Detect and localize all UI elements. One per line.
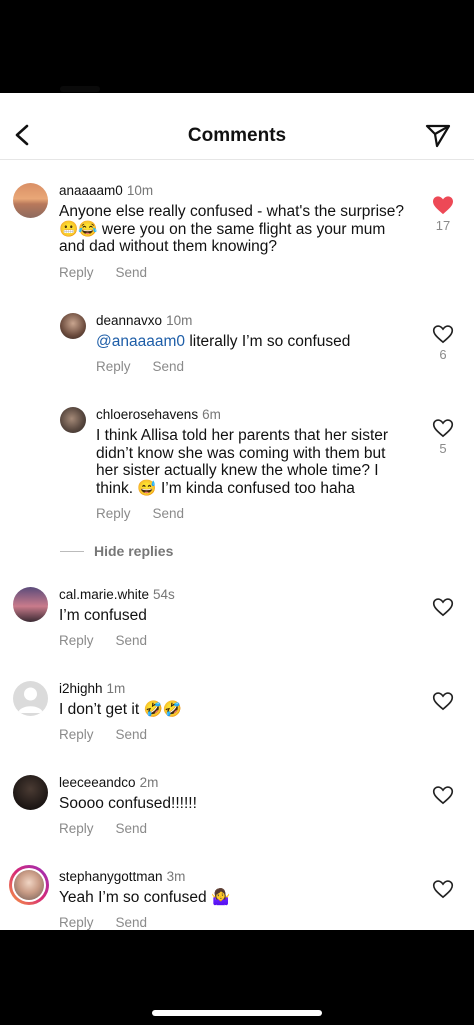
- reply-item: deannavxo 10m @anaaaam0 literally I’m so …: [0, 311, 474, 381]
- heart-icon[interactable]: [432, 597, 454, 617]
- reply-item: chloerosehavens 6m I think Allisa told he…: [0, 405, 474, 525]
- comment-header: leeceeandco 2m: [59, 775, 158, 790]
- mention-link[interactable]: @anaaaam0: [96, 333, 185, 350]
- comment-header: chloerosehavens 6m: [96, 407, 221, 422]
- like-count: 6: [439, 347, 447, 362]
- comment-item: stephanygottman 3m Yeah I’m so confused 🤷…: [0, 865, 474, 930]
- username[interactable]: chloerosehavens: [96, 407, 198, 422]
- timestamp: 10m: [126, 183, 154, 198]
- story-ring-gap: [12, 868, 46, 902]
- comment-text: I don’t get it 🤣🤣: [59, 701, 183, 718]
- avatar[interactable]: [60, 407, 86, 433]
- comment-actions: Reply Send: [59, 633, 169, 648]
- hide-replies-button[interactable]: Hide replies: [60, 543, 173, 559]
- heart-icon[interactable]: [432, 785, 454, 805]
- username[interactable]: cal.marie.white: [59, 587, 149, 602]
- comment-text: I think Allisa told her parents that her…: [96, 427, 389, 497]
- username[interactable]: anaaaam0: [59, 183, 123, 198]
- avatar[interactable]: [13, 183, 48, 218]
- default-avatar-icon[interactable]: [13, 681, 48, 716]
- top-bezel: [0, 0, 474, 93]
- comment-text: @anaaaam0 literally I’m so confused: [96, 333, 406, 351]
- timestamp: 54s: [153, 587, 175, 602]
- comment-actions: Reply Send: [59, 821, 169, 836]
- send-button[interactable]: Send: [116, 821, 148, 836]
- reply-button[interactable]: Reply: [59, 727, 94, 742]
- comment-text: Soooo confused!!!!!!: [59, 795, 197, 812]
- comment-item: anaaaam0 10m Anyone else really confused …: [0, 181, 474, 281]
- timestamp: 2m: [139, 775, 159, 790]
- avatar[interactable]: [60, 313, 86, 339]
- comments-screen: Comments anaaaam0 10m Anyone else really …: [0, 93, 474, 930]
- send-icon[interactable]: [424, 121, 452, 149]
- comment-actions: Reply Send: [59, 727, 169, 742]
- timestamp: 1m: [106, 681, 126, 696]
- username[interactable]: deannavxo: [96, 313, 162, 328]
- home-indicator[interactable]: [152, 1010, 322, 1016]
- comment-text: I’m confused: [59, 607, 147, 624]
- avatar: [14, 870, 44, 900]
- send-button[interactable]: Send: [116, 265, 148, 280]
- comment-actions: Reply Send: [96, 359, 206, 374]
- comment-item: leeceeandco 2m Soooo confused!!!!!! Reply…: [0, 773, 474, 843]
- comment-header: deannavxo 10m: [96, 313, 192, 328]
- reply-button[interactable]: Reply: [96, 359, 131, 374]
- send-button[interactable]: Send: [153, 506, 185, 521]
- username[interactable]: leeceeandco: [59, 775, 136, 790]
- comment-header: i2highh 1m: [59, 681, 125, 696]
- avatar[interactable]: [13, 775, 48, 810]
- comment-body: literally I’m so confused: [189, 333, 351, 350]
- send-button[interactable]: Send: [116, 633, 148, 648]
- reply-button[interactable]: Reply: [59, 633, 94, 648]
- avatar[interactable]: [13, 587, 48, 622]
- comment-text: Anyone else really confused - what's the…: [59, 203, 405, 255]
- send-button[interactable]: Send: [116, 915, 148, 930]
- comment-header: stephanygottman 3m: [59, 869, 185, 884]
- comment-actions: Reply Send: [96, 506, 206, 521]
- heart-icon[interactable]: [432, 691, 454, 711]
- send-button[interactable]: Send: [153, 359, 185, 374]
- comment-text: Yeah I’m so confused 🤷‍♀️: [59, 889, 231, 906]
- username[interactable]: i2highh: [59, 681, 103, 696]
- heart-icon[interactable]: [432, 324, 454, 344]
- status-bar-remnant: [60, 86, 100, 92]
- comment-header: cal.marie.white 54s: [59, 587, 175, 602]
- like-count: 5: [439, 441, 447, 456]
- reply-button[interactable]: Reply: [59, 915, 94, 930]
- hide-replies-label: Hide replies: [94, 543, 174, 559]
- reply-button[interactable]: Reply: [59, 265, 94, 280]
- comment-actions: Reply Send: [59, 915, 169, 930]
- header: Comments: [0, 93, 474, 160]
- comment-item: i2highh 1m I don’t get it 🤣🤣 Reply Send: [0, 679, 474, 749]
- story-ring[interactable]: [9, 865, 49, 905]
- timestamp: 6m: [202, 407, 221, 422]
- comment-actions: Reply Send: [59, 265, 169, 280]
- comment-item: cal.marie.white 54s I’m confused Reply Sen…: [0, 585, 474, 655]
- send-button[interactable]: Send: [116, 727, 148, 742]
- reply-button[interactable]: Reply: [59, 821, 94, 836]
- like-count: 17: [435, 218, 451, 233]
- page-title: Comments: [187, 125, 287, 146]
- divider-line: [60, 551, 84, 552]
- heart-filled-icon[interactable]: [432, 195, 454, 215]
- reply-button[interactable]: Reply: [96, 506, 131, 521]
- username[interactable]: stephanygottman: [59, 869, 163, 884]
- heart-icon[interactable]: [432, 418, 454, 438]
- comment-header: anaaaam0 10m: [59, 183, 153, 198]
- heart-icon[interactable]: [432, 879, 454, 899]
- timestamp: 3m: [166, 869, 186, 884]
- timestamp: 10m: [166, 313, 193, 328]
